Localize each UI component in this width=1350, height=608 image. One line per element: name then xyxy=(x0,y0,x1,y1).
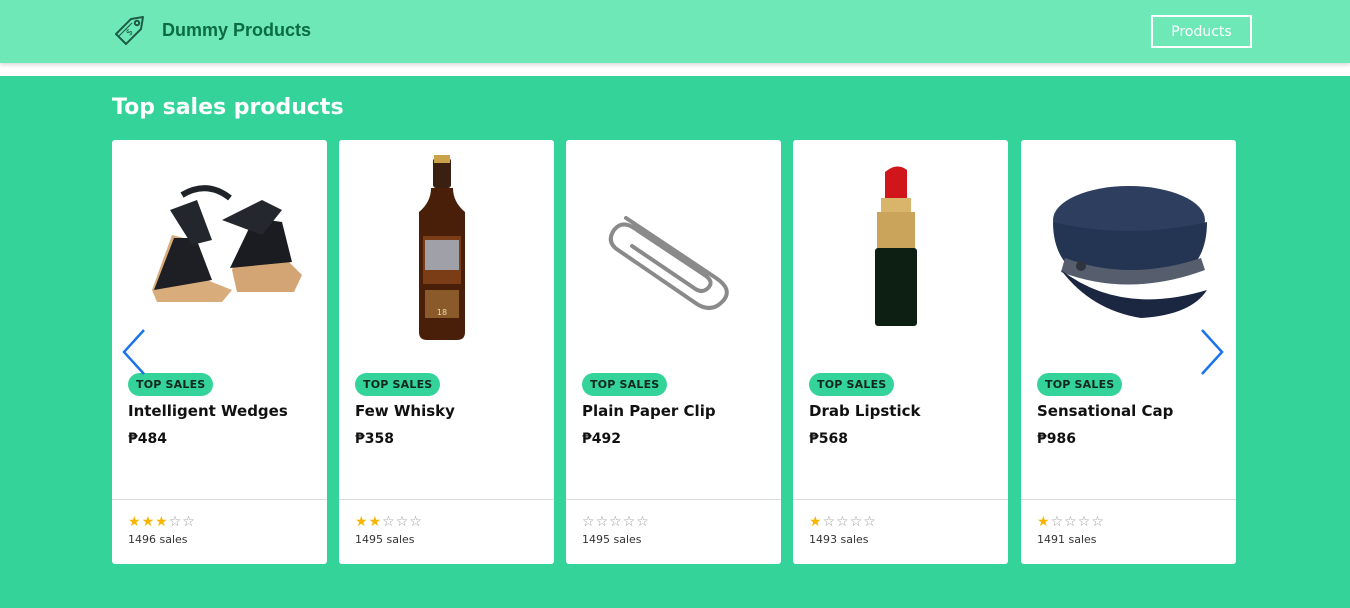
product-name[interactable]: Plain Paper Clip xyxy=(582,402,716,420)
star-empty-icon: ☆ xyxy=(1091,514,1104,530)
product-card[interactable]: 18 TOP SALES Few Whisky ₱358 ★ ★ ☆ ☆ ☆ 1495 … xyxy=(339,140,554,564)
card-divider xyxy=(339,499,554,500)
star-empty-icon: ☆ xyxy=(168,514,182,530)
top-sales-badge: TOP SALES xyxy=(1037,373,1123,396)
product-image-paper-clip xyxy=(608,216,729,310)
card-divider xyxy=(566,499,781,500)
product-price: ₱484 xyxy=(128,431,167,447)
star-empty-icon: ☆ xyxy=(836,514,849,530)
chevron-left-icon[interactable] xyxy=(118,328,148,376)
svg-text:18: 18 xyxy=(437,308,447,317)
star-empty-icon: ☆ xyxy=(849,514,863,530)
product-image-wedge-sandal xyxy=(152,185,302,302)
star-empty-icon: ☆ xyxy=(1077,514,1091,530)
navbar: $ Dummy Products Products xyxy=(0,0,1350,63)
product-price: ₱492 xyxy=(582,431,621,447)
star-rating: ☆ ☆ ☆ ☆ ☆ xyxy=(582,515,649,529)
top-sales-badge: TOP SALES xyxy=(128,373,214,396)
product-name[interactable]: Few Whisky xyxy=(355,402,455,420)
products-nav-button[interactable]: Products xyxy=(1151,15,1252,48)
product-image-sailor-cap xyxy=(1053,186,1207,318)
star-empty-icon: ☆ xyxy=(595,514,609,530)
top-sales-badge: TOP SALES xyxy=(355,373,441,396)
star-empty-icon: ☆ xyxy=(395,514,409,530)
product-name[interactable]: Intelligent Wedges xyxy=(128,402,288,420)
star-empty-icon: ☆ xyxy=(609,514,622,530)
section-title: Top sales products xyxy=(112,95,344,120)
product-image-lipstick xyxy=(875,166,917,326)
star-empty-icon: ☆ xyxy=(822,514,836,530)
star-filled-icon: ★ xyxy=(155,514,168,530)
card-divider xyxy=(793,499,1008,500)
price-tag-icon: $ xyxy=(115,16,144,45)
star-filled-icon: ★ xyxy=(368,514,382,530)
top-sales-badge: TOP SALES xyxy=(809,373,895,396)
sales-count: 1493 sales xyxy=(809,533,869,546)
sales-count: 1491 sales xyxy=(1037,533,1097,546)
star-empty-icon: ☆ xyxy=(1050,514,1064,530)
product-card[interactable]: TOP SALES Drab Lipstick ₱568 ★ ☆ ☆ ☆ ☆ 1493 … xyxy=(793,140,1008,564)
star-filled-icon: ★ xyxy=(355,514,368,530)
star-empty-icon: ☆ xyxy=(182,514,195,530)
star-empty-icon: ☆ xyxy=(1064,514,1077,530)
star-rating: ★ ☆ ☆ ☆ ☆ xyxy=(809,515,876,529)
sales-count: 1495 sales xyxy=(582,533,642,546)
star-rating: ★ ☆ ☆ ☆ ☆ xyxy=(1037,515,1104,529)
star-filled-icon: ★ xyxy=(128,514,141,530)
star-empty-icon: ☆ xyxy=(622,514,636,530)
card-divider xyxy=(112,499,327,500)
top-sales-badge: TOP SALES xyxy=(582,373,668,396)
star-rating: ★ ★ ★ ☆ ☆ xyxy=(128,515,195,529)
star-filled-icon: ★ xyxy=(1037,514,1050,530)
star-empty-icon: ☆ xyxy=(582,514,595,530)
product-price: ₱358 xyxy=(355,431,394,447)
star-filled-icon: ★ xyxy=(141,514,155,530)
brand-name: Dummy Products xyxy=(162,19,312,40)
star-empty-icon: ☆ xyxy=(863,514,876,530)
star-empty-icon: ☆ xyxy=(636,514,649,530)
sales-count: 1495 sales xyxy=(355,533,415,546)
star-rating: ★ ★ ☆ ☆ ☆ xyxy=(355,515,422,529)
chevron-right-icon[interactable] xyxy=(1198,328,1228,376)
card-divider xyxy=(1021,499,1236,500)
star-filled-icon: ★ xyxy=(809,514,822,530)
top-sales-section: Top sales products TOP SALES Intelligent… xyxy=(0,76,1350,608)
sales-count: 1496 sales xyxy=(128,533,188,546)
product-price: ₱986 xyxy=(1037,431,1076,447)
star-empty-icon: ☆ xyxy=(409,514,422,530)
product-image-whisky-bottle: 18 xyxy=(419,155,465,340)
product-price: ₱568 xyxy=(809,431,848,447)
product-card[interactable]: TOP SALES Plain Paper Clip ₱492 ☆ ☆ ☆ ☆ ☆ 14… xyxy=(566,140,781,564)
star-empty-icon: ☆ xyxy=(382,514,395,530)
product-name[interactable]: Sensational Cap xyxy=(1037,402,1173,420)
product-name[interactable]: Drab Lipstick xyxy=(809,402,920,420)
brand[interactable]: $ Dummy Products xyxy=(112,12,311,48)
